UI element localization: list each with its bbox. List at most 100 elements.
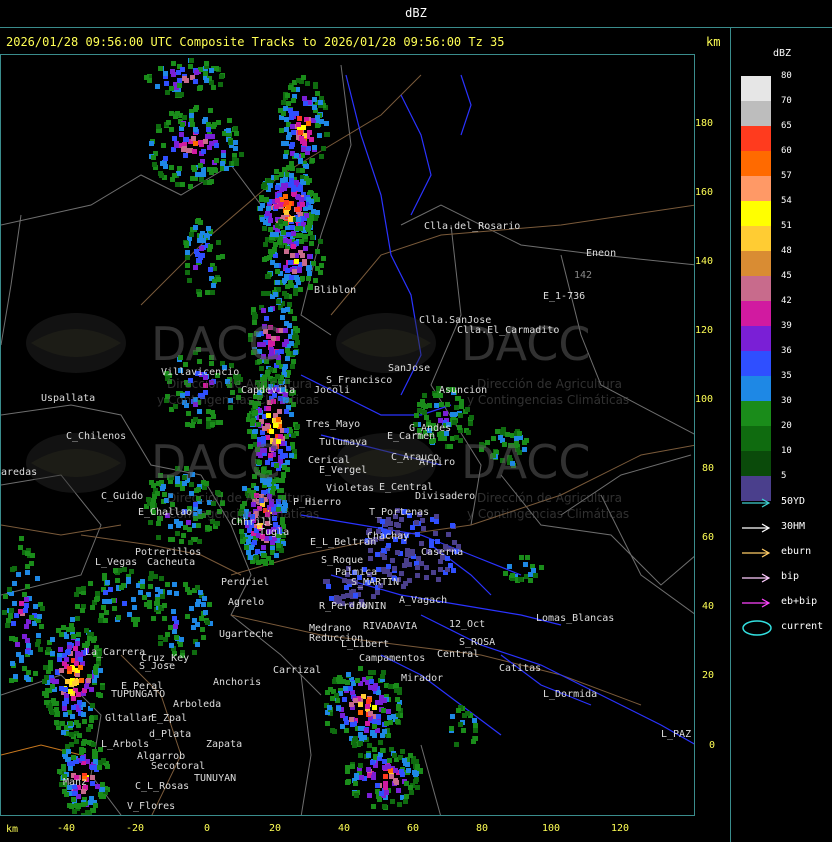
radar-echo [199, 616, 204, 621]
radar-echo [180, 67, 185, 72]
y-tick-label: 120 [695, 325, 714, 336]
radar-echo [375, 783, 380, 788]
radar-echo [265, 211, 270, 216]
radar-echo [415, 532, 420, 537]
radar-echo [433, 531, 438, 536]
radar-echo [76, 692, 81, 697]
radar-echo [293, 350, 298, 355]
radar-echo [383, 774, 388, 779]
radar-map[interactable]: DACC DACC DACC DACC Dirección de Agricul… [0, 54, 695, 816]
radar-echo [36, 633, 41, 638]
radar-echo [449, 726, 454, 731]
radar-echo [186, 411, 191, 416]
radar-echo [192, 167, 197, 172]
radar-echo [415, 764, 420, 769]
radar-echo [318, 239, 323, 244]
radar-echo [268, 227, 273, 232]
place-label: L_PAZ [661, 729, 692, 740]
radar-echo [180, 122, 185, 127]
radar-echo [66, 749, 71, 754]
radar-echo [415, 573, 420, 578]
radar-echo [161, 143, 166, 148]
y-tick-label: 140 [695, 256, 714, 267]
place-label: Violetas [326, 483, 375, 494]
radar-echo [273, 242, 278, 247]
radar-echo [378, 740, 383, 745]
color-swatch [741, 76, 771, 101]
radar-echo [277, 409, 282, 414]
radar-echo [286, 232, 291, 237]
color-swatch-value: 54 [781, 196, 792, 206]
radar-echo [170, 177, 175, 182]
place-label: V_Flores [127, 801, 176, 812]
radar-echo [424, 565, 429, 570]
radar-echo [362, 735, 367, 740]
road-line [1, 524, 122, 536]
radar-echo [275, 198, 280, 203]
radar-echo [368, 548, 373, 553]
radar-echo [205, 290, 210, 295]
radar-echo [405, 548, 410, 553]
radar-echo [414, 759, 419, 764]
radar-echo [172, 582, 177, 587]
radar-echo [22, 634, 27, 639]
radar-echo [435, 539, 440, 544]
radar-echo [368, 711, 373, 716]
place-label: Anchoris [213, 677, 262, 688]
radar-echo [503, 571, 508, 576]
radar-echo [204, 61, 209, 66]
radar-echo [167, 590, 172, 595]
radar-echo [59, 686, 64, 691]
radar-echo [256, 560, 261, 565]
watermark-name: DACC [151, 435, 281, 489]
boundary-line [420, 744, 441, 815]
track-legend-label: eburn [781, 546, 812, 557]
radar-echo [91, 742, 96, 747]
radar-echo [160, 594, 165, 599]
radar-echo [195, 642, 200, 647]
radar-echo [284, 127, 289, 132]
radar-echo [382, 759, 387, 764]
radar-echo [324, 132, 329, 137]
place-label: S_Roque [321, 555, 364, 566]
radar-echo [458, 722, 463, 727]
radar-echo [181, 533, 186, 538]
radar-echo [281, 100, 286, 105]
place-label: Manz [63, 777, 88, 788]
radar-echo [70, 617, 75, 622]
radar-echo [15, 642, 20, 647]
radar-echo [280, 454, 285, 459]
radar-echo [375, 552, 380, 557]
color-swatch-value: 39 [781, 321, 792, 331]
radar-echo [364, 728, 369, 733]
radar-echo [185, 255, 190, 260]
radar-echo [227, 118, 232, 123]
radar-echo [414, 413, 419, 418]
radar-echo [25, 551, 30, 556]
radar-echo [380, 748, 385, 753]
radar-echo [299, 136, 304, 141]
radar-echo [76, 587, 81, 592]
radar-echo [70, 627, 75, 632]
radar-echo [434, 514, 439, 519]
radar-echo [424, 575, 429, 580]
radar-echo [291, 130, 296, 135]
radar-echo [473, 723, 478, 728]
radar-echo [201, 238, 206, 243]
radar-echo [99, 613, 104, 618]
radar-echo [204, 78, 209, 83]
radar-echo [224, 166, 229, 171]
radar-echo [294, 180, 299, 185]
radar-echo [395, 719, 400, 724]
radar-echo [71, 634, 76, 639]
radar-echo [207, 526, 212, 531]
radar-echo [116, 615, 121, 620]
radar-echo [198, 85, 203, 90]
radar-echo [438, 567, 443, 572]
radar-echo [415, 565, 420, 570]
radar-echo [64, 657, 69, 662]
track-legend-label: bip [781, 571, 800, 582]
radar-echo [104, 610, 109, 615]
radar-echo [409, 790, 414, 795]
radar-echo [310, 158, 315, 163]
